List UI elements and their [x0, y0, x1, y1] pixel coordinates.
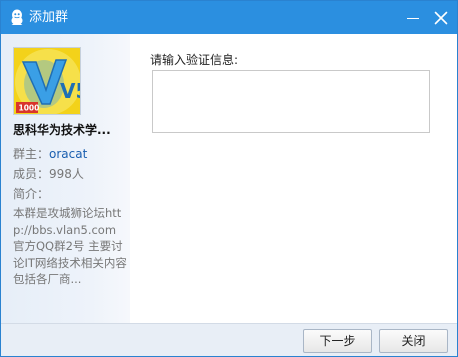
dialog-footer: 下一步 关闭 — [1, 323, 457, 356]
group-avatar: V5 1000 — [13, 47, 81, 115]
add-group-dialog: 添加群 V5 1000 思科华为技术学... 群主：oracat 成 — [0, 0, 458, 357]
group-owner: 群主：oracat — [13, 145, 87, 162]
intro-text: 本群是攻城狮论坛http://bbs.vlan5.com 官方QQ群2号 主要讨… — [13, 206, 127, 286]
avatar-text: V5 — [60, 79, 81, 103]
owner-link[interactable]: oracat — [49, 147, 87, 161]
group-name: 思科华为技术学... — [13, 123, 111, 137]
close-button[interactable]: 关闭 — [379, 329, 448, 353]
verification-panel: 请输入验证信息: — [130, 34, 457, 323]
next-step-button[interactable]: 下一步 — [303, 329, 372, 353]
member-count: 成员：998人 — [13, 167, 84, 181]
intro-label: 简介： — [13, 187, 50, 201]
close-window-button[interactable] — [427, 1, 455, 34]
qq-penguin-icon — [9, 9, 25, 26]
owner-label: 群主： — [13, 147, 50, 161]
minimize-icon — [407, 18, 419, 19]
avatar-badge: 1000 — [19, 104, 40, 113]
minimize-button[interactable] — [400, 1, 428, 34]
verification-prompt: 请输入验证信息: — [150, 53, 239, 67]
verification-message-input[interactable] — [152, 70, 430, 133]
close-icon — [434, 11, 448, 25]
group-info-panel: V5 1000 思科华为技术学... 群主：oracat 成员：998人 简介：… — [1, 34, 130, 323]
title-bar[interactable]: 添加群 — [1, 1, 457, 34]
window-title: 添加群 — [29, 10, 69, 25]
